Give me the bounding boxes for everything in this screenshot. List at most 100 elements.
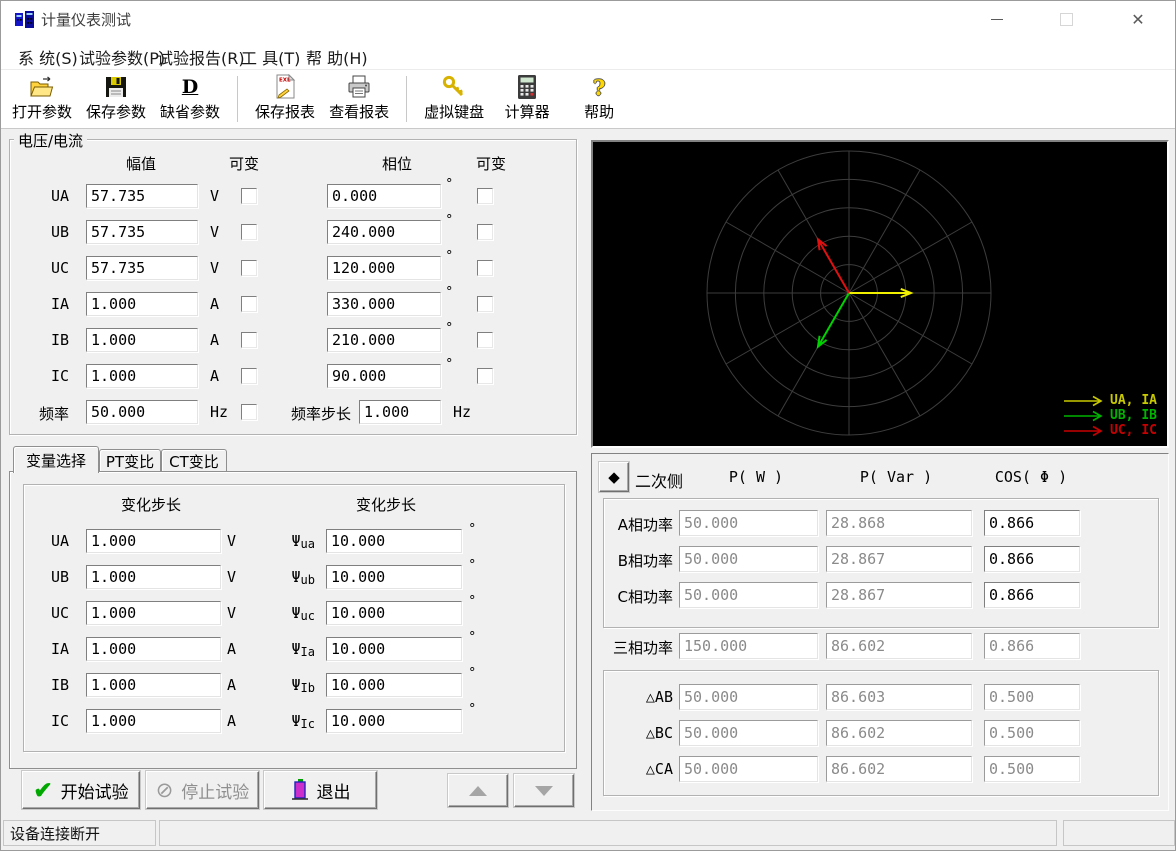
phase-variable-checkbox[interactable]: [477, 332, 493, 348]
amplitude-variable-checkbox[interactable]: [241, 224, 257, 240]
amplitude-variable-checkbox[interactable]: [241, 368, 257, 384]
cos-phi-field: [984, 720, 1080, 746]
menu-test-report[interactable]: 试验报告(R): [153, 43, 249, 71]
unit-label: A: [227, 640, 236, 658]
amplitude-input[interactable]: [86, 184, 198, 208]
secondary-title: 二次侧: [635, 468, 683, 492]
minimize-button[interactable]: [974, 1, 1020, 37]
degree-label: °: [446, 321, 453, 336]
p-var-field: [826, 510, 972, 536]
view-report-button[interactable]: 查看报表: [322, 70, 396, 128]
amplitude-variable-checkbox[interactable]: [241, 260, 257, 276]
psi-step-input[interactable]: [326, 673, 462, 697]
amplitude-variable-checkbox[interactable]: [241, 296, 257, 312]
degree-label: °: [469, 666, 476, 681]
side-toggle-button[interactable]: ◆: [599, 462, 629, 492]
amplitude-input[interactable]: [86, 256, 198, 280]
step-down-button[interactable]: [514, 774, 574, 807]
p-watt-field: [679, 510, 818, 536]
delta-row-label: △AB: [605, 688, 673, 706]
save-params-button[interactable]: 保存参数: [79, 70, 153, 128]
amplitude-variable-checkbox[interactable]: [241, 188, 257, 204]
phase-variable-checkbox[interactable]: [477, 296, 493, 312]
down-arrow-icon: [535, 786, 553, 796]
cos-phi-header: COS( Φ ): [966, 468, 1096, 486]
phasor-panel: UA, IA UB, IB UC, IC: [591, 140, 1169, 448]
unit-label: V: [227, 532, 236, 550]
maximize-button[interactable]: [1043, 1, 1089, 37]
degree-label: °: [469, 558, 476, 573]
step-value-input[interactable]: [86, 529, 221, 553]
phase-input[interactable]: [327, 184, 441, 208]
virtual-keyboard-button[interactable]: 虚拟键盘: [417, 70, 491, 128]
amplitude-input[interactable]: [86, 328, 198, 352]
phase-variable-checkbox[interactable]: [477, 368, 493, 384]
tab-pt-ratio[interactable]: PT变比: [99, 449, 161, 473]
variable-header: 可变: [214, 153, 274, 174]
tab-variable-select[interactable]: 变量选择: [13, 446, 99, 473]
exit-button[interactable]: 退出: [264, 771, 377, 809]
p-var-header: P( Var ): [831, 468, 961, 486]
amplitude-input[interactable]: [86, 364, 198, 388]
amplitude-variable-checkbox[interactable]: [241, 332, 257, 348]
cos-phi-field: [984, 633, 1080, 659]
psi-step-input[interactable]: [326, 529, 462, 553]
save-report-button[interactable]: EXL 保存报表: [248, 70, 322, 128]
frequency-step-input[interactable]: [359, 400, 441, 424]
step-value-input[interactable]: [86, 673, 221, 697]
close-button[interactable]: ✕: [1115, 1, 1161, 37]
p-var-field: [826, 684, 972, 710]
cos-phi-field: [984, 510, 1080, 536]
floppy-disk-icon: [104, 73, 128, 101]
phase-input[interactable]: [327, 364, 441, 388]
step-up-button[interactable]: [448, 774, 508, 807]
phase-input[interactable]: [327, 220, 441, 244]
frequency-variable-checkbox[interactable]: [241, 404, 257, 420]
p-watt-field: [679, 582, 818, 608]
help-button[interactable]: ? 帮助: [563, 70, 635, 128]
amplitude-input[interactable]: [86, 220, 198, 244]
amplitude-input[interactable]: [86, 292, 198, 316]
app-icon: [14, 9, 35, 30]
toolbar-separator: [406, 76, 407, 122]
psi-step-input[interactable]: [326, 709, 462, 733]
psi-step-input[interactable]: [326, 565, 462, 589]
stop-test-button[interactable]: ⊘ 停止试验: [146, 771, 259, 809]
menu-help[interactable]: 帮 助(H): [302, 43, 372, 71]
phase-input[interactable]: [327, 292, 441, 316]
unit-label: A: [210, 367, 219, 385]
phase-input[interactable]: [327, 328, 441, 352]
exit-door-icon: [291, 778, 309, 802]
tab-ct-ratio[interactable]: CT变比: [161, 449, 227, 473]
phase-variable-checkbox[interactable]: [477, 188, 493, 204]
p-var-field: [826, 582, 972, 608]
step-header-right: 变化步长: [336, 494, 436, 515]
open-params-button[interactable]: 打开参数: [5, 70, 79, 128]
step-row-label: UC: [17, 604, 69, 622]
delta-row-label: △BC: [605, 724, 673, 742]
legend-item-ub-ib: UB, IB: [1063, 408, 1157, 423]
p-watt-field: [679, 756, 818, 782]
phase-variable-checkbox[interactable]: [477, 260, 493, 276]
question-mark-icon: ?: [593, 73, 605, 101]
degree-label: °: [446, 285, 453, 300]
step-value-input[interactable]: [86, 601, 221, 625]
degree-label: °: [469, 630, 476, 645]
step-value-input[interactable]: [86, 637, 221, 661]
unit-label: V: [210, 259, 219, 277]
psi-label: Ψua: [263, 532, 315, 551]
psi-step-input[interactable]: [326, 637, 462, 661]
menu-tools[interactable]: 工 具(T): [237, 43, 304, 71]
default-params-button[interactable]: D 缺省参数: [153, 70, 227, 128]
step-value-input[interactable]: [86, 709, 221, 733]
phase-input[interactable]: [327, 256, 441, 280]
psi-label: ΨIb: [263, 676, 315, 695]
phase-variable-checkbox[interactable]: [477, 224, 493, 240]
menu-system[interactable]: 系 统(S): [14, 43, 82, 71]
start-test-button[interactable]: ✔ 开始试验: [22, 771, 140, 809]
psi-step-input[interactable]: [326, 601, 462, 625]
step-value-input[interactable]: [86, 565, 221, 589]
calculator-button[interactable]: 计算器: [491, 70, 563, 128]
frequency-input[interactable]: [86, 400, 198, 424]
legend-item-ua-ia: UA, IA: [1063, 393, 1157, 408]
